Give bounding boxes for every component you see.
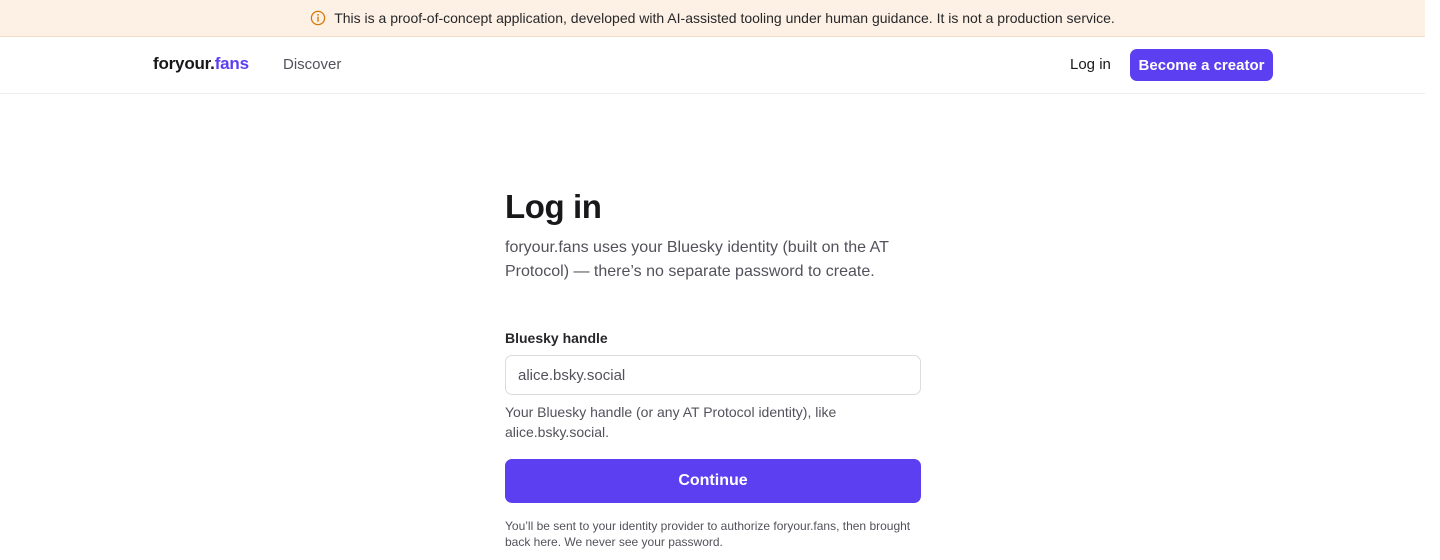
site-header: foryour.fans Discover Log in Become a cr… <box>0 37 1425 94</box>
notice-banner: This is a proof-of-concept application, … <box>0 0 1425 37</box>
banner-text: This is a proof-of-concept application, … <box>334 10 1115 26</box>
continue-button[interactable]: Continue <box>505 459 921 503</box>
info-circle-icon <box>310 10 326 26</box>
handle-input[interactable] <box>505 355 921 395</box>
handle-field-label: Bluesky handle <box>505 330 608 346</box>
become-creator-button[interactable]: Become a creator <box>1130 49 1273 81</box>
logo-accent-text: fans <box>214 54 249 73</box>
login-form: Log in foryour.fans uses your Bluesky id… <box>505 185 921 550</box>
site-logo[interactable]: foryour.fans <box>153 54 249 74</box>
page: This is a proof-of-concept application, … <box>0 0 1425 560</box>
logo-text: foryour. <box>153 54 215 73</box>
footnote-text: You’ll be sent to your identity provider… <box>505 519 911 549</box>
nav-discover-link[interactable]: Discover <box>283 56 341 73</box>
handle-hint: Your Bluesky handle (or any AT Protocol … <box>505 404 837 440</box>
intro-text: foryour.fans uses your Bluesky identity … <box>505 239 889 280</box>
login-link[interactable]: Log in <box>1070 56 1111 73</box>
page-title: Log in <box>505 188 602 225</box>
